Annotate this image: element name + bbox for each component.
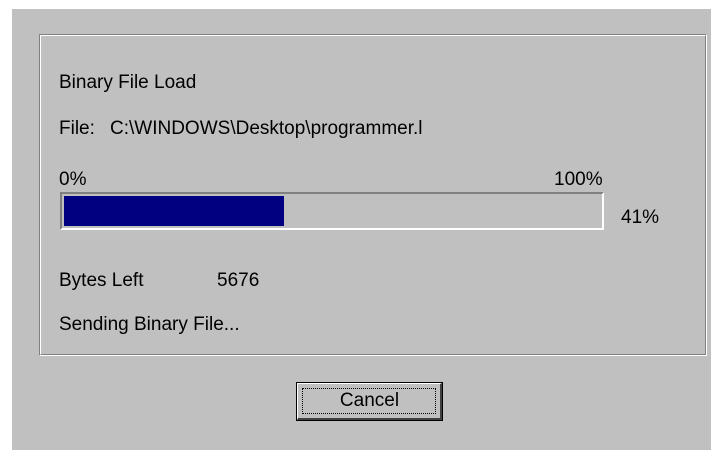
dialog-title: Binary File Load [59, 72, 197, 93]
status-text: Sending Binary File... [59, 314, 240, 335]
file-label: File: [59, 118, 95, 139]
cancel-button-label: Cancel [339, 390, 400, 411]
file-path: C:\WINDOWS\Desktop\programmer.l [110, 118, 423, 139]
progress-percent-label: 41% [621, 207, 660, 228]
bytes-left-value: 5676 [217, 270, 260, 291]
progress-bar [60, 192, 604, 230]
progress-max-label: 100% [554, 169, 603, 190]
bytes-left-label: Bytes Left [59, 270, 144, 291]
binary-file-load-dialog: Binary File Load File: C:\WINDOWS\Deskto… [11, 8, 711, 450]
progress-min-label: 0% [59, 169, 87, 190]
cancel-button[interactable]: Cancel [296, 382, 443, 421]
progress-bar-fill [64, 196, 284, 226]
